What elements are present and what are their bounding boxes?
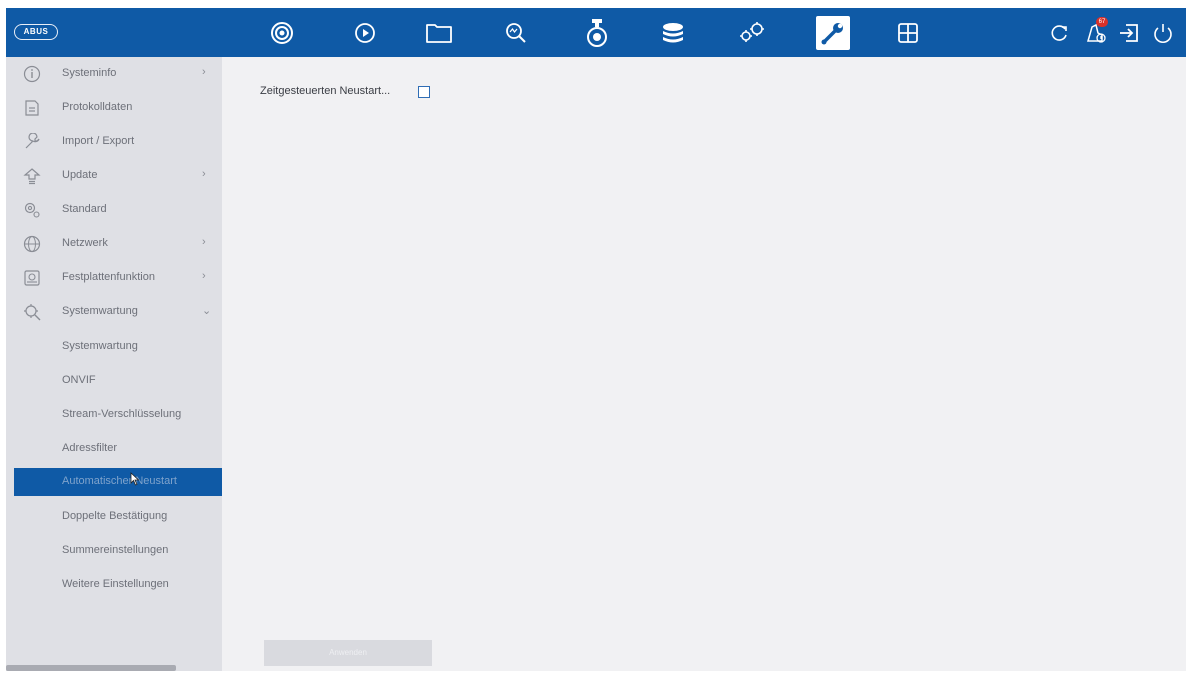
subitem-summereinstellungen[interactable]: Summereinstellungen bbox=[14, 537, 224, 565]
subitem-label: Summereinstellungen bbox=[62, 544, 169, 556]
abus-logo: ABUS bbox=[14, 24, 58, 40]
sidebar-item-label: Systeminfo bbox=[62, 67, 117, 79]
sidebar-item-standard[interactable]: Standard bbox=[6, 193, 222, 227]
subitem-label: Doppelte Bestätigung bbox=[62, 510, 168, 522]
chevron-down-icon: ⌄ bbox=[202, 305, 212, 317]
subitem-onvif[interactable]: ONVIF bbox=[14, 367, 224, 395]
configuration-icon[interactable] bbox=[735, 16, 769, 50]
subitem-label: Stream-Verschlüsselung bbox=[62, 408, 182, 420]
chevron-right-icon: › bbox=[202, 168, 206, 180]
sidebar-item-label: Standard bbox=[62, 203, 107, 215]
sidebar-item-label: Netzwerk bbox=[62, 237, 108, 249]
scheduled-restart-label: Zeitgesteuerten Neustart... bbox=[260, 85, 391, 97]
refresh-icon[interactable] bbox=[1042, 16, 1076, 50]
layout-grid-icon[interactable] bbox=[891, 16, 925, 50]
scheduled-restart-checkbox[interactable] bbox=[418, 86, 430, 98]
subitem-automatischer-neustart[interactable]: Automatischer Neustart bbox=[14, 468, 224, 496]
storage-icon[interactable] bbox=[656, 16, 690, 50]
subitem-systemwartung[interactable]: Systemwartung bbox=[14, 333, 224, 361]
sidebar-item-label: Protokolldaten bbox=[62, 101, 133, 113]
subitem-label: Weitere Einstellungen bbox=[62, 578, 169, 590]
sidebar-item-update[interactable]: Update › bbox=[6, 159, 222, 193]
sidebar-item-festplattenfunktion[interactable]: Festplattenfunktion › bbox=[6, 261, 222, 295]
camera-icon[interactable] bbox=[580, 16, 614, 50]
subitem-doppelte-bestaetigung[interactable]: Doppelte Bestätigung bbox=[14, 503, 224, 531]
log-file-icon bbox=[25, 100, 39, 116]
sidebar-item-label: Festplattenfunktion bbox=[62, 271, 155, 283]
logout-icon[interactable] bbox=[1112, 16, 1146, 50]
sidebar-item-label: Update bbox=[62, 169, 98, 181]
top-toolbar: ABUS 67 bbox=[6, 8, 1186, 57]
info-icon bbox=[23, 65, 41, 83]
live-view-icon[interactable] bbox=[265, 16, 299, 50]
subitem-label: ONVIF bbox=[62, 374, 96, 386]
power-icon[interactable] bbox=[1146, 16, 1180, 50]
sidebar-item-systeminfo[interactable]: Systeminfo › bbox=[6, 57, 222, 91]
alarm-count-badge: 67 bbox=[1096, 17, 1108, 27]
upgrade-icon bbox=[23, 168, 41, 185]
sidebar: Systeminfo › Protokolldaten Import / Exp… bbox=[6, 57, 224, 671]
app-window: ABUS 67 Systeminfo › Protokolldaten Impo… bbox=[6, 8, 1186, 671]
subitem-stream-verschluesselung[interactable]: Stream-Verschlüsselung bbox=[14, 401, 224, 429]
apply-button[interactable]: Anwenden bbox=[264, 640, 432, 666]
subitem-label: Systemwartung bbox=[62, 340, 138, 352]
network-globe-icon bbox=[23, 235, 41, 253]
sidebar-item-import-export[interactable]: Import / Export bbox=[6, 125, 222, 159]
chevron-right-icon: › bbox=[202, 270, 206, 282]
file-manager-icon[interactable] bbox=[422, 16, 456, 50]
wrench-icon bbox=[25, 133, 40, 149]
subitem-label: Adressfilter bbox=[62, 442, 118, 454]
sidebar-scrollbar[interactable] bbox=[6, 665, 176, 671]
subitem-adressfilter[interactable]: Adressfilter bbox=[14, 435, 224, 463]
playback-icon[interactable] bbox=[348, 16, 382, 50]
sidebar-item-protokolldaten[interactable]: Protokolldaten bbox=[6, 91, 222, 125]
mouse-cursor-icon bbox=[130, 472, 140, 486]
maintenance-icon[interactable] bbox=[816, 16, 850, 50]
main-content: Zeitgesteuerten Neustart... Anwenden bbox=[222, 57, 1186, 671]
hdd-icon bbox=[24, 270, 40, 286]
subitem-label: Automatischer Neustart bbox=[62, 475, 177, 487]
chevron-right-icon: › bbox=[202, 66, 206, 78]
sidebar-item-label: Systemwartung bbox=[62, 305, 138, 317]
sidebar-item-label: Import / Export bbox=[62, 135, 135, 147]
system-maintenance-icon bbox=[24, 304, 41, 321]
sidebar-item-systemwartung[interactable]: Systemwartung ⌄ bbox=[6, 295, 222, 329]
subitem-weitere-einstellungen[interactable]: Weitere Einstellungen bbox=[14, 571, 224, 599]
chevron-right-icon: › bbox=[202, 236, 206, 248]
default-settings-icon bbox=[24, 202, 40, 218]
smart-search-icon[interactable] bbox=[499, 16, 533, 50]
sidebar-item-netzwerk[interactable]: Netzwerk › bbox=[6, 227, 222, 261]
